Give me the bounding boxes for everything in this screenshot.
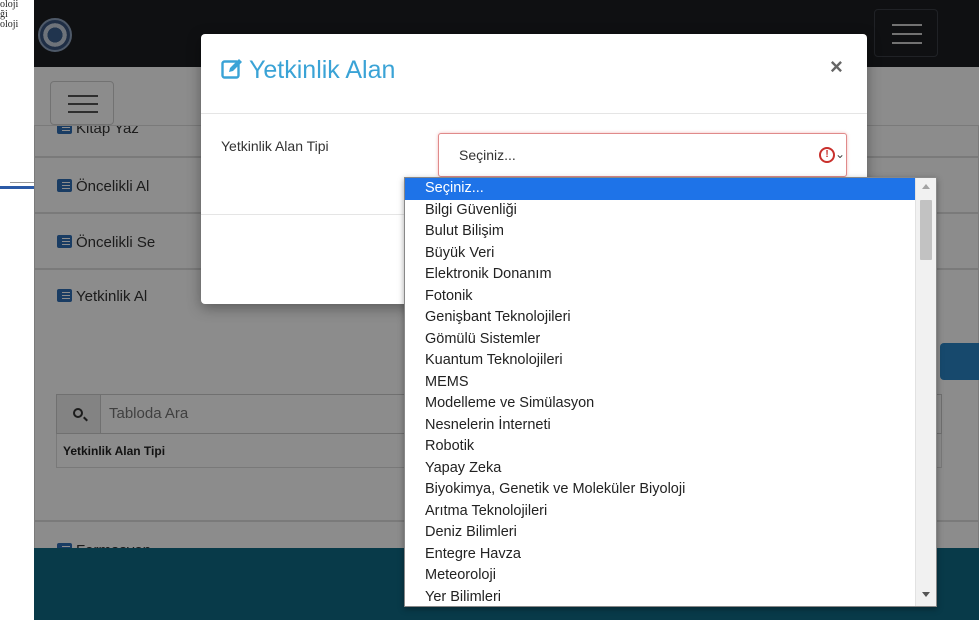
modal-title: Yetkinlik Alan [221,56,395,85]
select-value: Seçiniz... [459,147,516,163]
select-dropdown-list: Seçiniz... Bilgi Güvenliği Bulut Bilişim… [404,177,937,607]
dropdown-option[interactable]: Modelleme ve Simülasyon [405,393,915,415]
dropdown-option[interactable]: Büyük Veri [405,243,915,265]
dropdown-option[interactable]: Genişbant Teknolojileri [405,307,915,329]
dropdown-option[interactable]: Entegre Havza [405,544,915,566]
yetkinlik-alan-tipi-select[interactable]: Seçiniz... ! ⌄ [438,133,847,177]
close-icon[interactable]: × [830,54,843,80]
dropdown-option[interactable]: MEMS [405,372,915,394]
dropdown-option[interactable]: Biyokimya, Genetik ve Moleküler Biyoloji [405,479,915,501]
dropdown-option[interactable]: Nesnelerin İnterneti [405,415,915,437]
scrollbar-thumb[interactable] [920,200,932,260]
dropdown-option[interactable]: Bilgi Güvenliği [405,200,915,222]
dropdown-option[interactable]: Meteoroloji [405,565,915,587]
dropdown-option[interactable]: Kuantum Teknolojileri [405,350,915,372]
app-window: Kitap Yaz Öncelikli Al Öncelikli Se Yetk… [34,0,979,620]
dropdown-option[interactable]: Elektronik Donanım [405,264,915,286]
dropdown-option[interactable]: Robotik [405,436,915,458]
background-window-strip: oloji ği oloji [0,0,34,620]
dropdown-option[interactable]: Arıtma Teknolojileri [405,501,915,523]
background-text-line: oloji [0,19,19,30]
dropdown-option[interactable]: Seçiniz... [405,178,915,200]
scroll-down-icon[interactable] [922,592,930,597]
dropdown-options: Seçiniz... Bilgi Güvenliği Bulut Bilişim… [405,178,915,607]
warning-icon: ! [819,147,835,163]
modal-header: Yetkinlik Alan × [201,34,867,114]
dropdown-option[interactable]: Deniz Bilimleri [405,522,915,544]
dropdown-option[interactable]: Fotonik [405,286,915,308]
scroll-up-icon[interactable] [922,184,930,189]
dropdown-option[interactable]: Gömülü Sistemler [405,329,915,351]
dropdown-option[interactable]: Yer Bilimleri [405,587,915,607]
field-label: Yetkinlik Alan Tipi [221,138,329,154]
dropdown-option[interactable]: Yapay Zeka [405,458,915,480]
modal-title-text: Yetkinlik Alan [249,56,396,84]
dropdown-option[interactable]: Bulut Bilişim [405,221,915,243]
edit-icon [221,59,242,79]
background-window-text: oloji ği oloji [0,0,18,30]
divider [10,182,34,183]
divider [0,186,34,189]
dropdown-scrollbar[interactable] [915,178,936,606]
chevron-down-icon: ⌄ [835,147,846,161]
